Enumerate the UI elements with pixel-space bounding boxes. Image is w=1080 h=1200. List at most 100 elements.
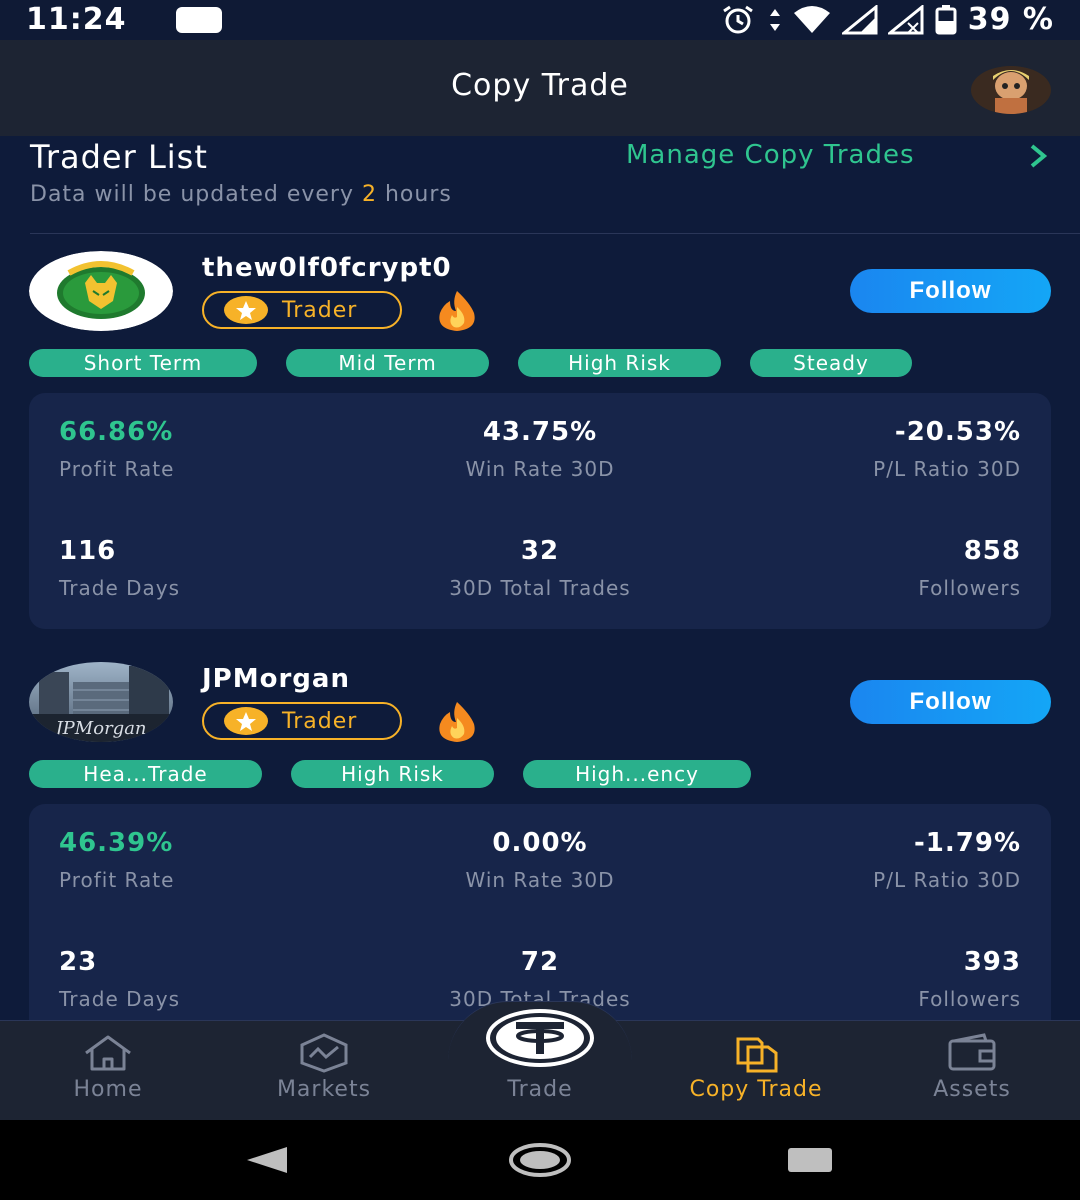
followers-label: Followers xyxy=(918,987,1021,1011)
trader-list-content[interactable]: Trader List Manage Copy Trades Data will… xyxy=(0,136,1080,1020)
trader-name: thew0lf0fcrypt0 xyxy=(202,253,452,283)
total-trades-value: 32 xyxy=(520,536,560,566)
followers-stat: 393 Followers xyxy=(918,947,1021,1011)
tag: High Risk xyxy=(518,349,721,377)
followers-value: 393 xyxy=(963,947,1021,977)
status-icons: 39 % xyxy=(718,2,1054,37)
pl-ratio-label: P/L Ratio 30D xyxy=(873,457,1021,481)
tag: Short Term xyxy=(29,349,257,377)
home-circle-icon[interactable] xyxy=(508,1142,572,1178)
alarm-icon xyxy=(722,5,753,33)
win-rate-value: 43.75% xyxy=(482,417,598,447)
nav-copy-trade[interactable]: Copy Trade xyxy=(648,1021,864,1121)
win-rate-stat: 43.75% Win Rate 30D xyxy=(410,417,670,481)
profit-rate-stat: 66.86% Profit Rate xyxy=(59,417,174,481)
profit-rate-stat: 46.39% Profit Rate xyxy=(59,828,174,892)
tag: Hea...Trade xyxy=(29,760,262,788)
signal-icon xyxy=(841,4,878,34)
pl-ratio-value: -1.79% xyxy=(914,828,1021,858)
followers-value: 858 xyxy=(963,536,1021,566)
page-title: Copy Trade xyxy=(451,68,629,103)
profit-rate-value: 46.39% xyxy=(59,828,174,858)
trade-days-value: 23 xyxy=(59,947,98,977)
total-trades-label: 30D Total Trades xyxy=(449,576,631,600)
recents-icon[interactable] xyxy=(787,1147,833,1173)
stats-card: 46.39% Profit Rate 0.00% Win Rate 30D -1… xyxy=(29,804,1051,1020)
trader-tags: Hea...Trade High Risk High...ency xyxy=(29,760,780,788)
win-rate-label: Win Rate 30D xyxy=(465,868,615,892)
nav-markets[interactable]: Markets xyxy=(216,1021,432,1121)
wallet-icon xyxy=(948,1033,996,1071)
follow-button[interactable]: Follow xyxy=(850,680,1051,724)
profile-avatar[interactable] xyxy=(971,66,1051,114)
tag: High Risk xyxy=(291,760,494,788)
nav-label: Copy Trade xyxy=(689,1077,823,1102)
profit-rate-label: Profit Rate xyxy=(59,868,175,892)
update-note-suffix: hours xyxy=(384,182,452,207)
copy-trade-icon xyxy=(736,1037,778,1073)
markets-icon xyxy=(300,1033,348,1073)
trader-list-title: Trader List xyxy=(30,138,208,176)
data-arrows-icon xyxy=(769,8,780,31)
nav-trade[interactable]: Trade xyxy=(432,1009,648,1121)
wifi-icon xyxy=(793,5,830,33)
battery-percent: 39 % xyxy=(967,2,1054,37)
chevron-right-icon[interactable] xyxy=(1028,142,1050,170)
status-bar: 11:24 39 % xyxy=(0,0,1080,40)
tag: Mid Term xyxy=(286,349,489,377)
jpmorgan-building-photo: JPMorgan xyxy=(29,662,173,742)
profit-rate-value: 66.86% xyxy=(59,417,174,447)
nav-label: Markets xyxy=(276,1077,372,1102)
bottom-nav: Home Markets Trade Copy Trade Assets xyxy=(0,1001,1080,1121)
back-icon[interactable] xyxy=(245,1145,289,1175)
trader-name: JPMorgan xyxy=(202,664,350,694)
divider xyxy=(30,233,1080,234)
total-trades-stat: 32 30D Total Trades xyxy=(410,536,670,600)
signal-no-sim-icon xyxy=(887,4,924,34)
trade-days-stat: 23 Trade Days xyxy=(59,947,180,1011)
nav-label: Assets xyxy=(933,1077,1011,1102)
profit-rate-label: Profit Rate xyxy=(59,457,175,481)
notification-icon xyxy=(176,7,222,33)
tag: Steady xyxy=(750,349,912,377)
star-icon xyxy=(224,707,268,735)
nav-label: Home xyxy=(73,1077,143,1102)
win-rate-label: Win Rate 30D xyxy=(465,457,615,481)
follow-button[interactable]: Follow xyxy=(850,269,1051,313)
tether-icon xyxy=(486,1009,594,1067)
stats-card: 66.86% Profit Rate 43.75% Win Rate 30D -… xyxy=(29,393,1051,629)
trader-badge: Trader xyxy=(202,702,402,740)
trader-avatar[interactable] xyxy=(29,251,173,331)
pl-ratio-label: P/L Ratio 30D xyxy=(873,868,1021,892)
trader-avatar[interactable]: JPMorgan xyxy=(29,662,173,742)
fire-icon xyxy=(439,702,475,742)
badge-label: Trader xyxy=(282,297,358,323)
trader-tags: Short Term Mid Term High Risk Steady xyxy=(29,349,941,377)
nav-home[interactable]: Home xyxy=(0,1021,216,1121)
trade-days-stat: 116 Trade Days xyxy=(59,536,180,600)
svg-text:JPMorgan: JPMorgan xyxy=(51,718,146,739)
trader-card[interactable]: JPMorgan JPMorgan Trader Follow Hea...Tr… xyxy=(0,662,1080,1020)
trader-card[interactable]: thew0lf0fcrypt0 Trader Follow Short Term… xyxy=(0,251,1080,631)
system-nav-bar xyxy=(0,1120,1080,1200)
pl-ratio-stat: -1.79% P/L Ratio 30D xyxy=(873,828,1021,892)
nav-label: Trade xyxy=(507,1077,573,1102)
trade-days-label: Trade Days xyxy=(59,576,181,600)
trade-days-label: Trade Days xyxy=(59,987,181,1011)
home-icon xyxy=(85,1035,131,1071)
status-time: 11:24 xyxy=(26,2,127,37)
update-note-prefix: Data will be updated every xyxy=(30,182,354,207)
nav-assets[interactable]: Assets xyxy=(864,1021,1080,1121)
avatar-image xyxy=(971,66,1051,114)
trade-days-value: 116 xyxy=(59,536,117,566)
manage-copy-trades-link[interactable]: Manage Copy Trades xyxy=(626,140,915,170)
total-trades-value: 72 xyxy=(520,947,560,977)
trader-badge: Trader xyxy=(202,291,402,329)
win-rate-value: 0.00% xyxy=(492,828,588,858)
followers-label: Followers xyxy=(918,576,1021,600)
update-note: Data will be updated every 2 hours xyxy=(30,182,452,207)
pl-ratio-stat: -20.53% P/L Ratio 30D xyxy=(873,417,1021,481)
app-header: Copy Trade xyxy=(0,40,1080,136)
win-rate-stat: 0.00% Win Rate 30D xyxy=(410,828,670,892)
star-icon xyxy=(224,296,268,324)
